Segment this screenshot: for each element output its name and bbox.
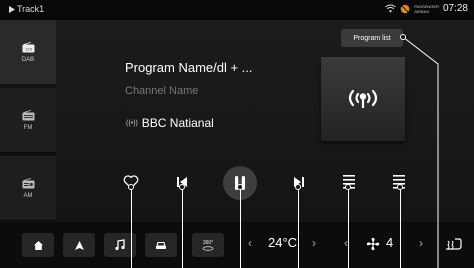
station-artwork: [321, 57, 405, 141]
sidebar-item-dab[interactable]: 123 DAB: [0, 20, 56, 85]
navigation-arrow-icon: [74, 240, 84, 250]
antenna-icon: ((•)): [126, 119, 138, 127]
annotation-line: [131, 187, 132, 268]
camera-360-button[interactable]: 360°: [192, 233, 224, 257]
airbag-off-icon: [401, 4, 410, 13]
radio-icon: [22, 177, 34, 188]
annotation-dot: [128, 184, 134, 190]
home-icon: [33, 240, 43, 250]
annotation-line: [182, 187, 183, 268]
track-label: Track1: [17, 4, 45, 14]
temp-increase-button[interactable]: ›: [312, 236, 316, 250]
source-sidebar: 123 DAB FM AM: [0, 20, 56, 221]
wifi-icon: [385, 4, 397, 13]
clock: 07:28: [442, 3, 468, 14]
temperature-value: 24°C: [268, 235, 298, 250]
navigation-button[interactable]: [63, 233, 95, 257]
station-name: BBC Natianal: [141, 116, 214, 130]
broadcast-icon: [348, 89, 378, 108]
play-triangle-icon: [9, 5, 15, 13]
annotation-dot: [295, 184, 301, 190]
annotation-dot: [237, 184, 243, 190]
status-right: PASSENGER AIRBAG 07:28: [385, 3, 468, 14]
radio-icon: [22, 109, 34, 120]
sidebar-item-fm[interactable]: FM: [0, 88, 56, 153]
radio-icon: 123: [22, 41, 34, 52]
infotainment-screen: Track1 PASSENGER AIRBAG 07:28 123 DAB FM…: [0, 0, 474, 268]
annotation-line: [240, 187, 241, 268]
program-list-button[interactable]: Program list: [341, 29, 403, 47]
program-name: Program Name/dl + ...: [125, 60, 253, 75]
vehicle-button[interactable]: [145, 233, 177, 257]
status-bar: Track1 PASSENGER AIRBAG 07:28: [0, 0, 474, 20]
svg-text:123: 123: [25, 46, 32, 51]
fan-icon: [366, 237, 380, 251]
annotation-dot: [345, 184, 351, 190]
track-indicator: Track1: [8, 4, 44, 14]
temp-decrease-button[interactable]: ‹: [248, 236, 252, 250]
annotation-dot: [179, 184, 185, 190]
camera-360-icon: [202, 245, 214, 251]
sidebar-item-label: FM: [23, 124, 33, 131]
seat-heating-icon[interactable]: [444, 237, 464, 251]
fan-speed-value: 4: [386, 235, 394, 250]
station-row: ((•)) BBC Natianal: [126, 116, 214, 130]
annotation-line: [298, 187, 299, 268]
sidebar-item-label: DAB: [21, 56, 35, 63]
sidebar-item-am[interactable]: AM: [0, 156, 56, 221]
annotation-line: [348, 187, 349, 268]
channel-name: Channel Name: [125, 85, 199, 97]
annotation-line: [400, 34, 439, 268]
music-note-icon: [115, 239, 125, 251]
passenger-airbag-label: PASSENGER AIRBAG: [414, 3, 439, 14]
car-icon: [156, 241, 166, 249]
home-button[interactable]: [22, 233, 54, 257]
sidebar-item-label: AM: [23, 192, 33, 199]
